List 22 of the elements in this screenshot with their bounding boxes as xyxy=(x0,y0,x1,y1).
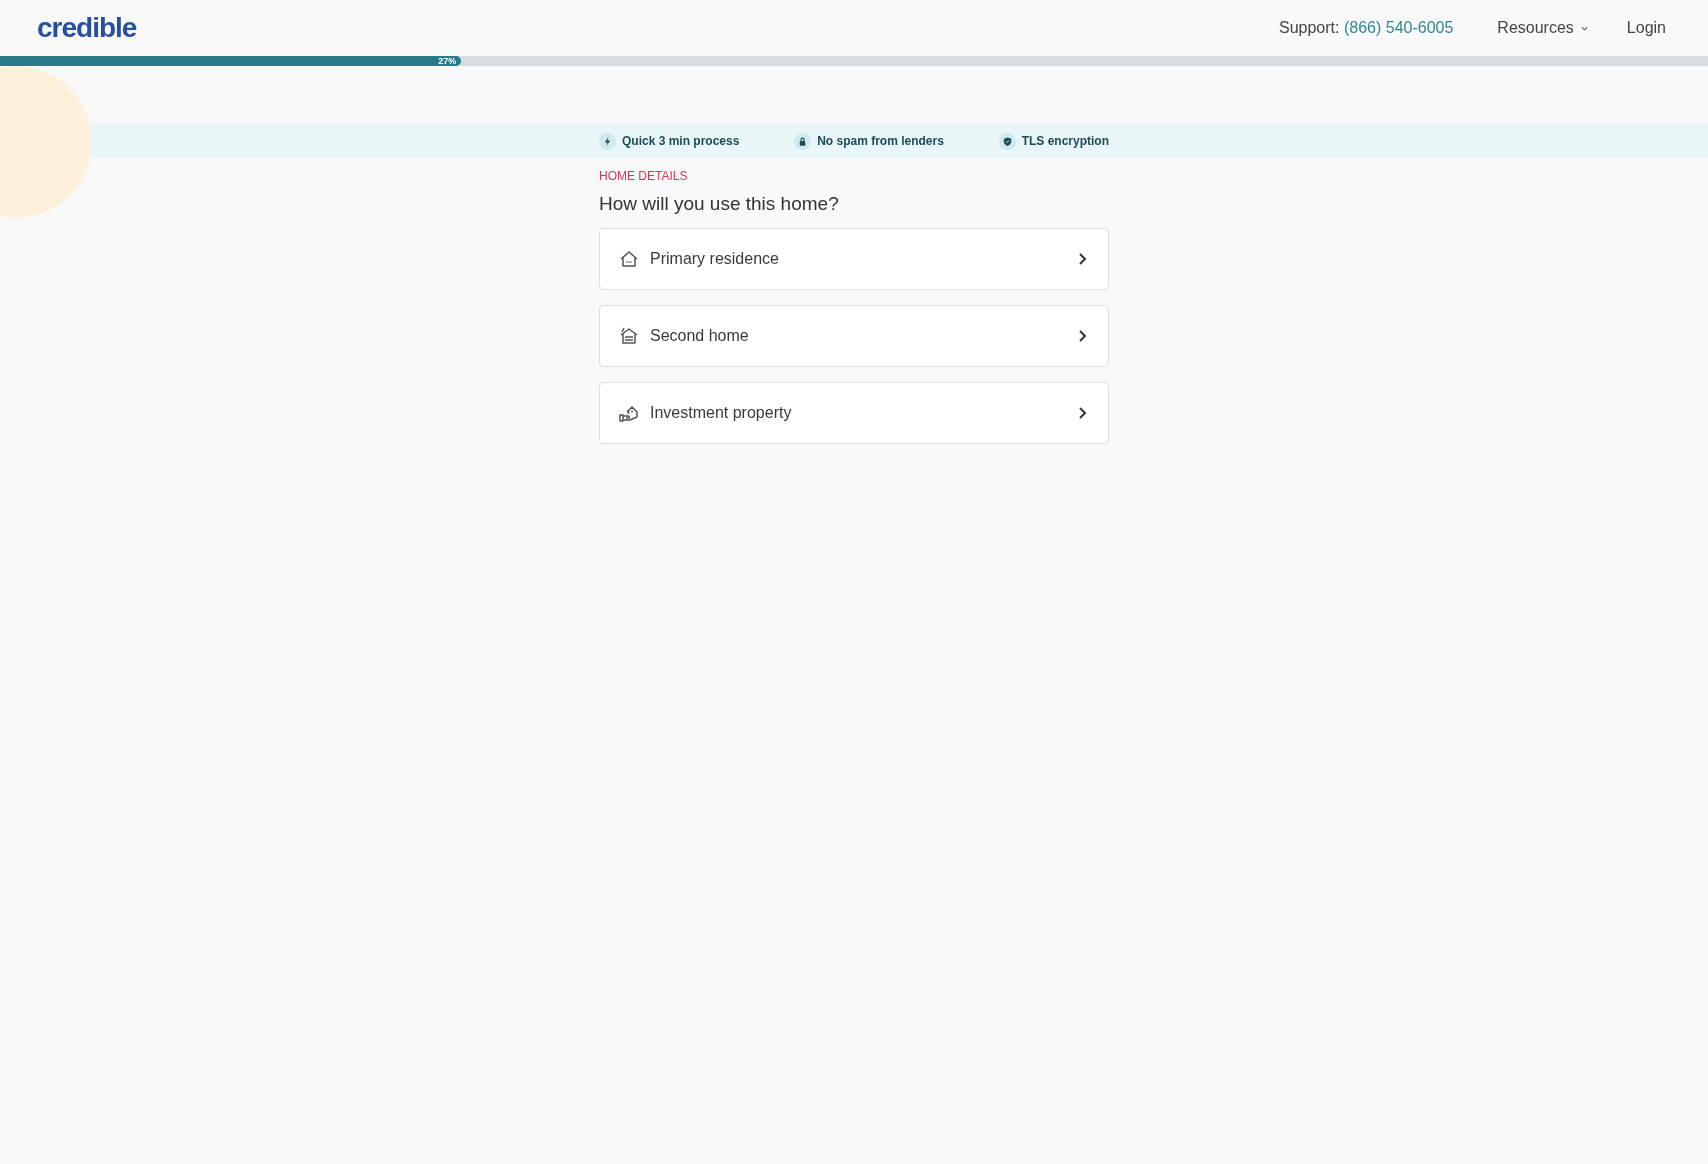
option-button[interactable]: Second home xyxy=(599,305,1109,367)
trust-text: TLS encryption xyxy=(1021,134,1109,148)
progress-percent: 27% xyxy=(438,56,457,66)
resources-menu-button[interactable]: Resources xyxy=(1497,19,1589,37)
house-icon xyxy=(618,248,640,270)
option-button[interactable]: Primary residence xyxy=(599,228,1109,290)
chevron-right-icon xyxy=(1076,252,1088,266)
question-heading: How will you use this home? xyxy=(599,193,840,215)
section-label: HOME DETAILS xyxy=(599,169,689,183)
option-button[interactable]: Investment property xyxy=(599,382,1109,444)
chevron-right-icon xyxy=(1076,406,1088,420)
support-text: Support: (866) 540-6005 xyxy=(1279,19,1454,37)
chevron-right-icon xyxy=(1076,329,1088,343)
login-link[interactable]: Login xyxy=(1626,19,1666,37)
house-icon xyxy=(618,325,640,347)
lightning-bolt-icon xyxy=(599,132,616,150)
support-phone-link[interactable]: (866) 540-6005 xyxy=(1343,19,1454,36)
credible-logo[interactable]: credible xyxy=(37,12,137,44)
trust-text: Quick 3 min process xyxy=(622,134,740,148)
lock-icon xyxy=(794,132,812,150)
shield-icon xyxy=(998,132,1016,150)
trust-text: No spam from lenders xyxy=(817,134,944,148)
